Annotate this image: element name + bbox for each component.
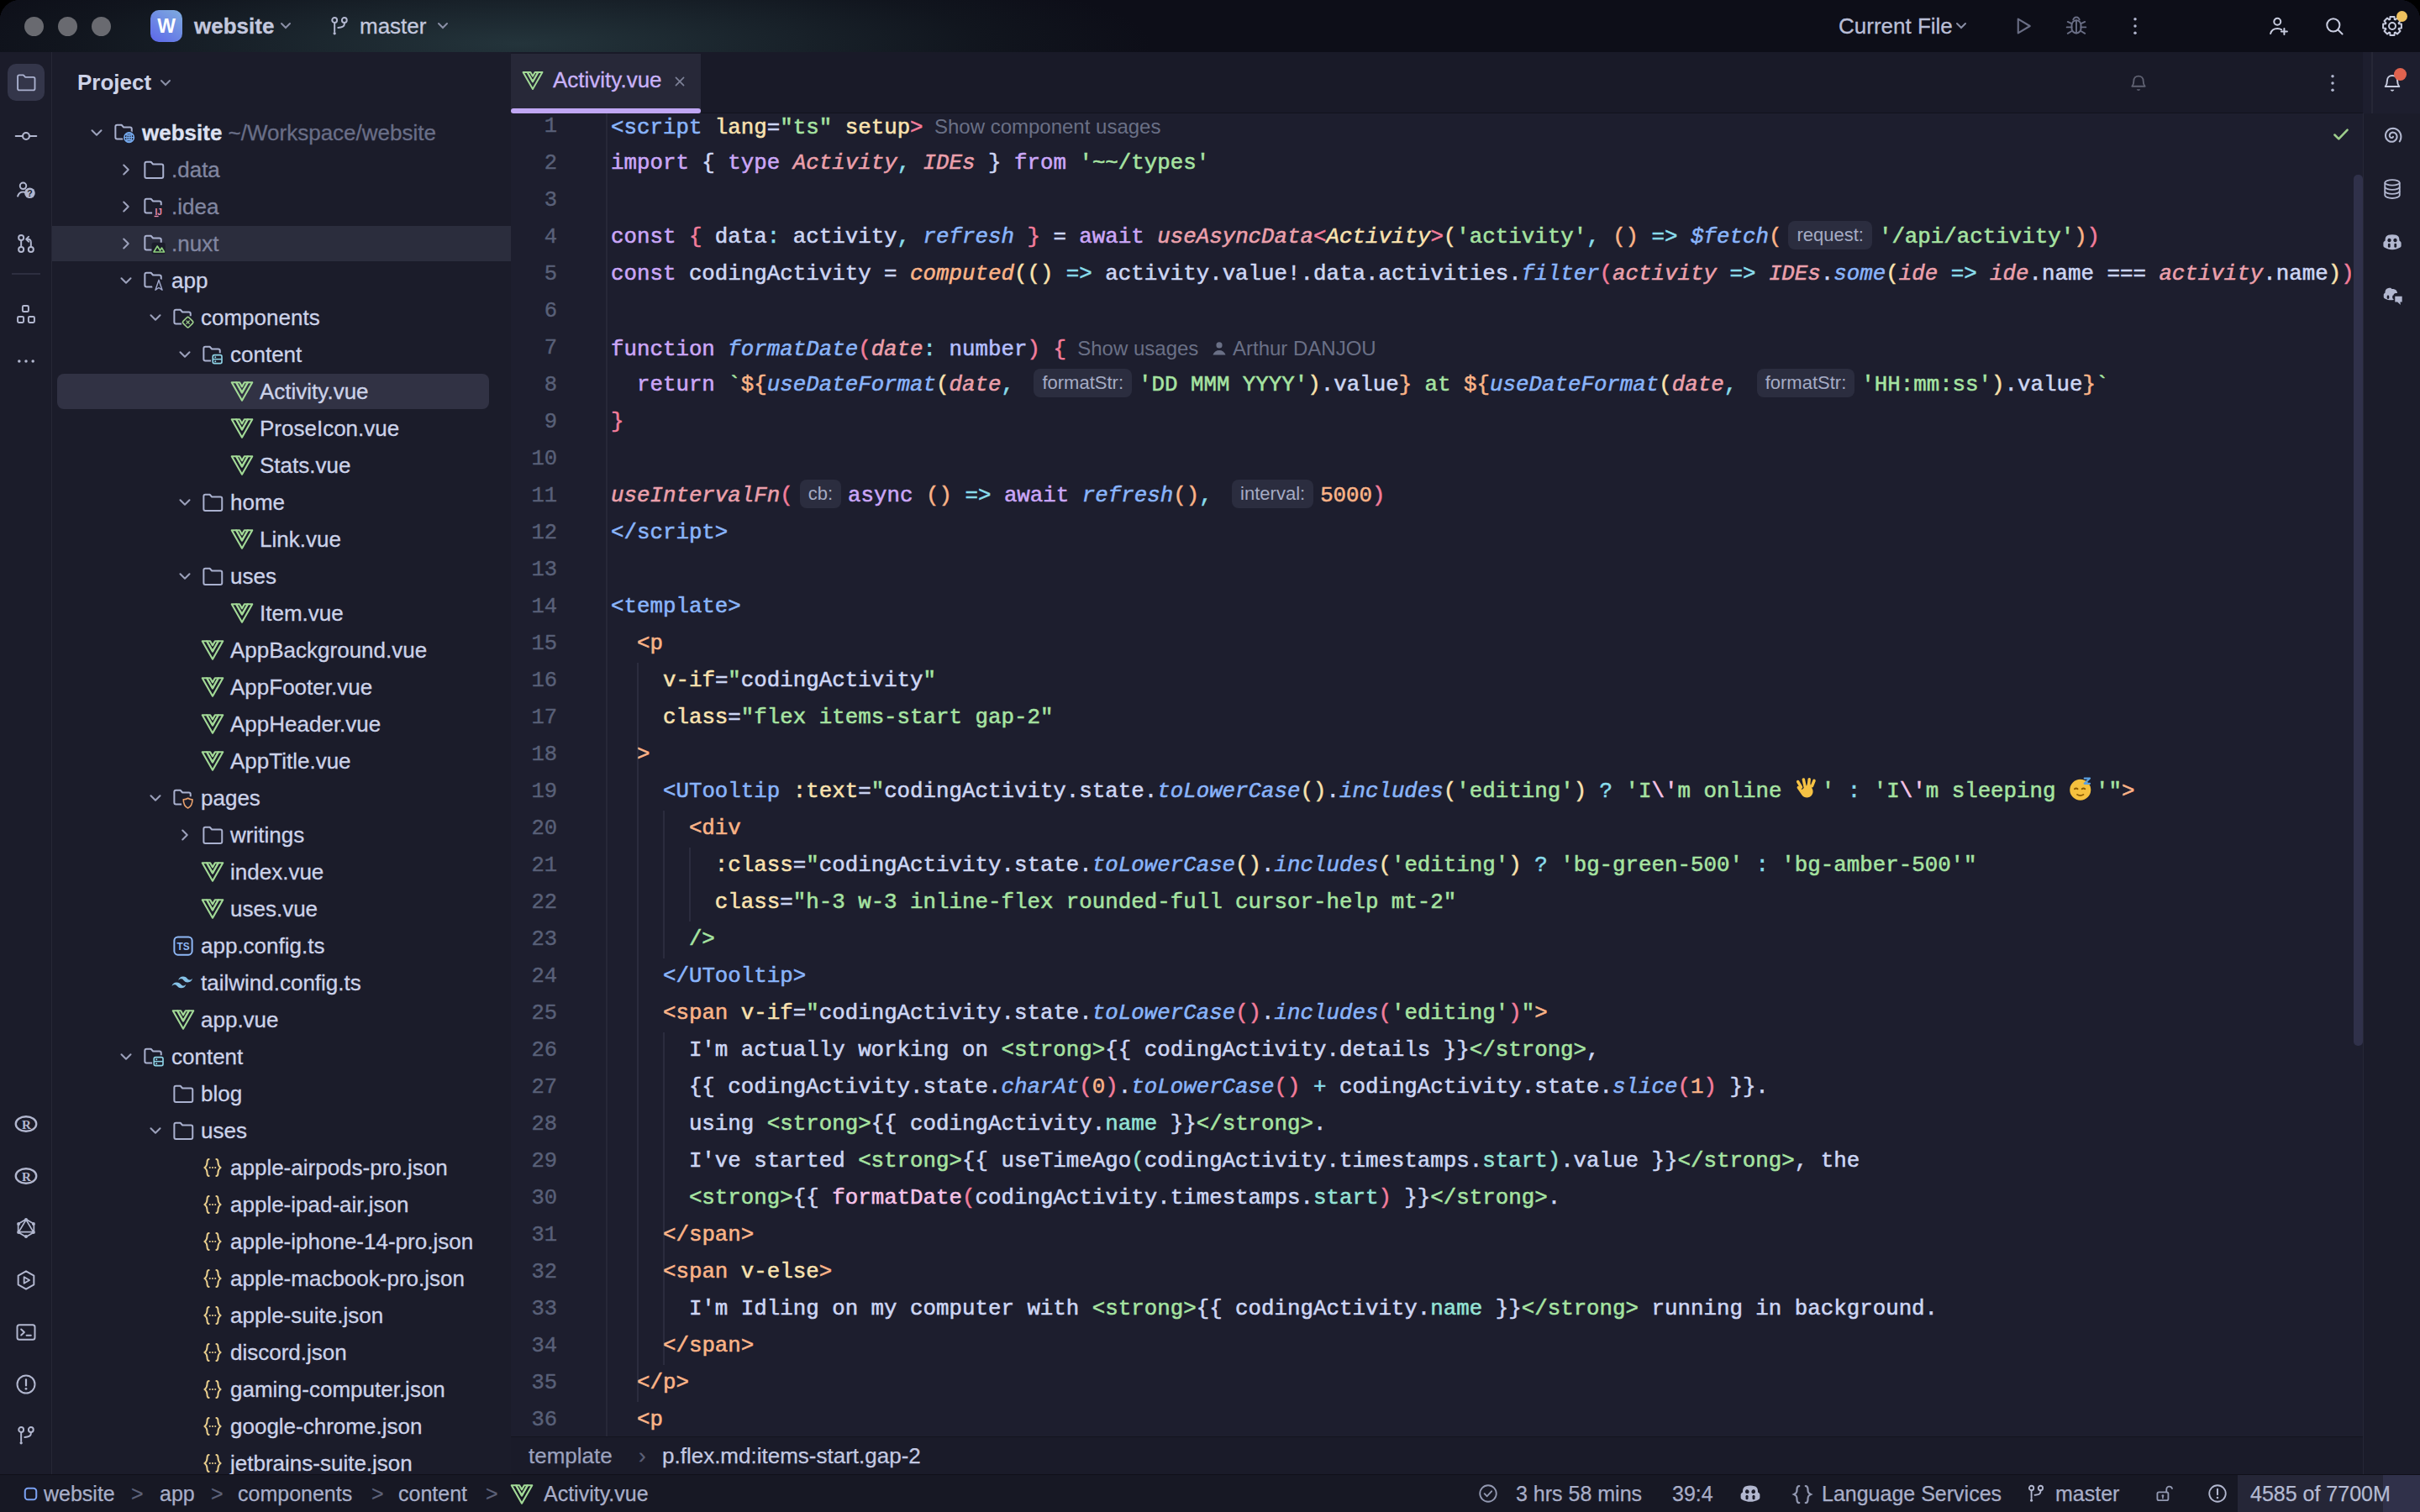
svg-text:IJ: IJ <box>155 207 162 217</box>
